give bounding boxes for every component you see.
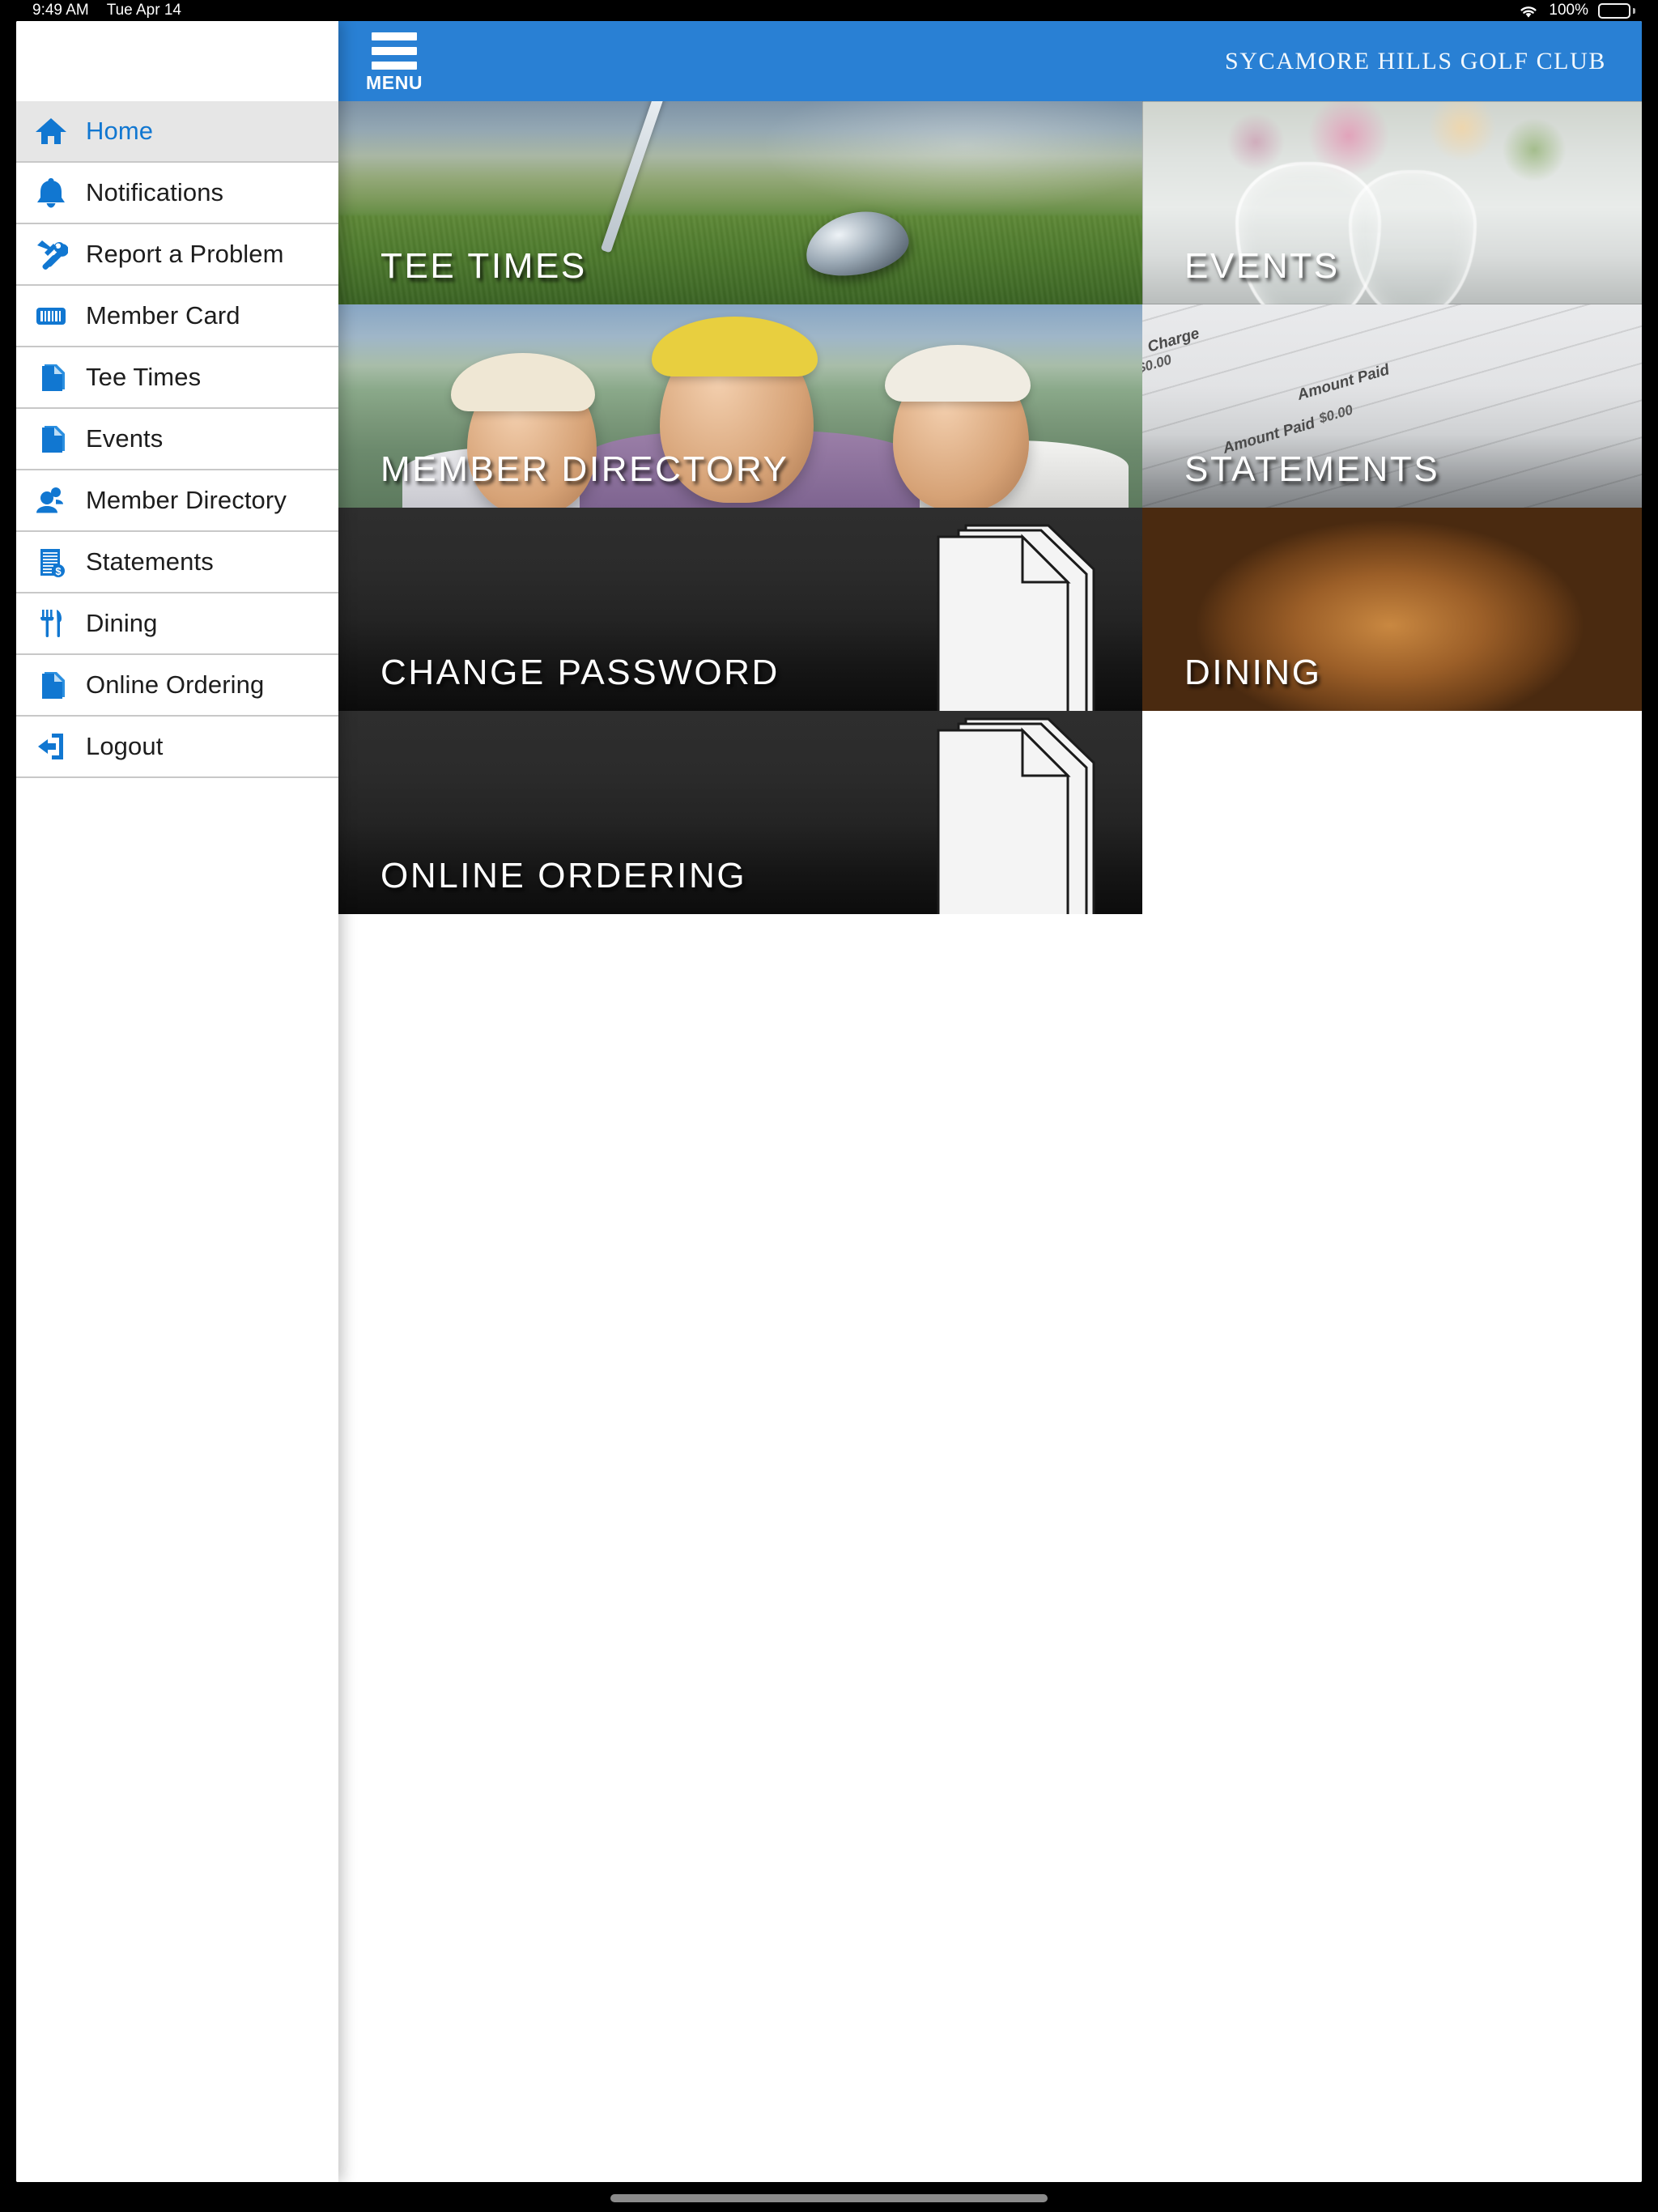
tile-member-directory-label: MEMBER DIRECTORY — [380, 449, 789, 489]
sidebar-item-label: Logout — [86, 732, 164, 760]
barcode-icon — [16, 299, 86, 333]
sidebar-item-label: Notifications — [86, 178, 224, 206]
sidebar-item-report-a-problem[interactable]: Report a Problem — [16, 224, 338, 286]
bell-icon — [16, 176, 86, 210]
app-header-bar: MENU SYCAMORE HILLS GOLF CLUB — [338, 21, 1642, 101]
app-window: MENU SYCAMORE HILLS GOLF CLUB TEE TIMES — [16, 21, 1642, 2182]
sidebar-item-label: Dining — [86, 609, 158, 637]
sidebar-item-statements[interactable]: $ Statements — [16, 532, 338, 593]
tile-tee-times-label: TEE TIMES — [380, 246, 587, 286]
sidebar-item-label: Events — [86, 424, 164, 453]
tile-dining-label: DINING — [1184, 653, 1322, 692]
fork-knife-icon — [16, 606, 86, 640]
people-icon — [16, 483, 86, 517]
tile-tee-times[interactable]: TEE TIMES — [338, 101, 1142, 304]
home-tile-grid: TEE TIMES EVENTS MEMBER DIRECTORY Charge… — [338, 101, 1642, 914]
sidebar-item-label: Member Card — [86, 301, 240, 330]
tile-statements-label: STATEMENTS — [1184, 449, 1440, 489]
battery-percent-label: 100% — [1549, 2, 1588, 19]
tile-online-ordering[interactable]: ONLINE ORDERING — [338, 711, 1142, 914]
sidebar-drawer: Home Notifications Report a Problem Memb… — [16, 21, 338, 2182]
tile-events-label: EVENTS — [1184, 246, 1340, 286]
sidebar-item-tee-times[interactable]: Tee Times — [16, 347, 338, 409]
home-icon — [16, 114, 86, 148]
sidebar-item-member-directory[interactable]: Member Directory — [16, 470, 338, 532]
menu-button[interactable]: MENU — [358, 28, 431, 96]
sidebar-item-label: Home — [86, 117, 154, 145]
menu-button-label: MENU — [366, 71, 423, 93]
status-bar-date: Tue Apr 14 — [106, 2, 181, 19]
hammer-wrench-icon — [16, 237, 86, 271]
sidebar-item-member-card[interactable]: Member Card — [16, 286, 338, 347]
sidebar-item-online-ordering[interactable]: Online Ordering — [16, 655, 338, 717]
statement-photo-amount-paid-1: Amount Paid — [1295, 361, 1392, 404]
tile-online-ordering-label: ONLINE ORDERING — [380, 856, 747, 895]
home-indicator[interactable] — [610, 2194, 1048, 2202]
battery-icon — [1598, 2, 1635, 19]
club-title: SYCAMORE HILLS GOLF CLUB — [1225, 47, 1606, 74]
status-bar-left: 9:49 AM Tue Apr 14 — [32, 2, 181, 19]
statement-photo-value-1: $0.00 — [1142, 351, 1174, 376]
tile-member-directory[interactable]: MEMBER DIRECTORY — [338, 304, 1142, 508]
wifi-icon — [1518, 3, 1539, 19]
main-content-panel: MENU SYCAMORE HILLS GOLF CLUB TEE TIMES — [338, 21, 1642, 2182]
document-dollar-icon: $ — [16, 545, 86, 579]
sidebar-item-notifications[interactable]: Notifications — [16, 163, 338, 224]
document-icon — [16, 668, 86, 702]
tile-statements[interactable]: Charge $0.00 Amount Paid $0.00 Amount Pa… — [1142, 304, 1642, 508]
tile-change-password[interactable]: CHANGE PASSWORD — [338, 508, 1142, 711]
statement-photo-value-2: $0.00 — [1317, 402, 1355, 427]
sidebar-top-spacer — [16, 21, 338, 101]
tile-change-password-label: CHANGE PASSWORD — [380, 653, 780, 692]
sidebar-item-dining[interactable]: Dining — [16, 593, 338, 655]
svg-text:$: $ — [55, 565, 62, 577]
status-bar-time: 9:49 AM — [32, 2, 89, 19]
tile-events[interactable]: EVENTS — [1142, 101, 1642, 304]
ios-status-bar: 9:49 AM Tue Apr 14 100% — [0, 0, 1658, 21]
hamburger-icon — [372, 32, 418, 70]
sidebar-item-label: Statements — [86, 547, 214, 576]
sidebar-item-label: Online Ordering — [86, 670, 265, 699]
sidebar-item-label: Report a Problem — [86, 240, 284, 268]
tile-dining[interactable]: DINING — [1142, 508, 1642, 711]
sidebar-item-logout[interactable]: Logout — [16, 717, 338, 778]
document-icon — [16, 360, 86, 394]
logout-icon — [16, 730, 86, 764]
sidebar-item-label: Member Directory — [86, 486, 287, 514]
sidebar-item-label: Tee Times — [86, 363, 202, 391]
status-bar-right: 100% — [1518, 2, 1635, 19]
sidebar-item-home[interactable]: Home — [16, 101, 338, 163]
sidebar-item-events[interactable]: Events — [16, 409, 338, 470]
document-icon — [16, 422, 86, 456]
statement-photo-charge-text: Charge — [1146, 325, 1201, 356]
sidebar-menu-list: Home Notifications Report a Problem Memb… — [16, 101, 338, 778]
